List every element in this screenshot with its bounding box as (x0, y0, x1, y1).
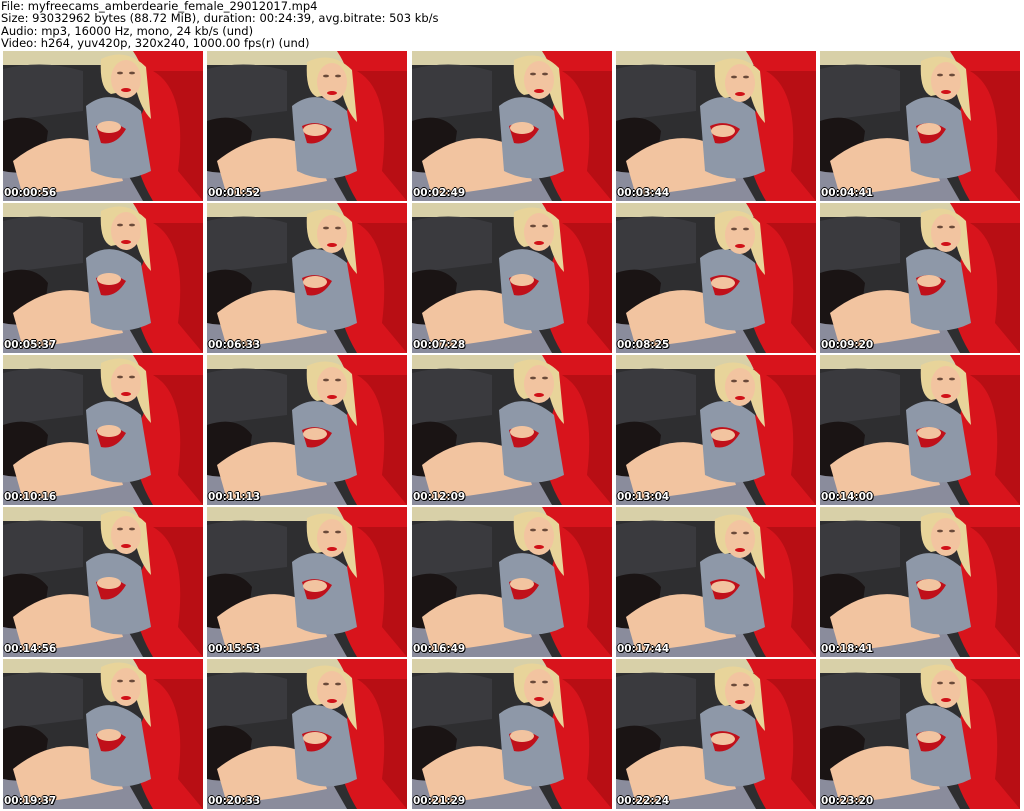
video-thumbnail: 00:02:49 (412, 51, 612, 201)
thumbnail-timestamp: 00:08:25 (617, 339, 670, 351)
video-info-line: Video: h264, yuv420p, 320x240, 1000.00 f… (1, 36, 310, 51)
video-thumbnail: 00:10:16 (3, 355, 203, 505)
frame-image (820, 507, 1020, 657)
frame-image (820, 659, 1020, 809)
video-thumbnail: 00:23:20 (820, 659, 1020, 809)
frame-image (820, 203, 1020, 353)
video-thumbnail: 00:04:41 (820, 51, 1020, 201)
video-thumbnail: 00:03:44 (616, 51, 816, 201)
thumbnail-timestamp: 00:16:49 (413, 643, 466, 655)
video-thumbnail: 00:20:33 (207, 659, 407, 809)
video-thumbnail: 00:08:25 (616, 203, 816, 353)
video-thumbnail: 00:11:13 (207, 355, 407, 505)
thumbnail-timestamp: 00:22:24 (617, 795, 670, 807)
thumbnail-timestamp: 00:13:04 (617, 491, 670, 503)
video-thumbnail: 00:06:33 (207, 203, 407, 353)
video-thumbnail: 00:13:04 (616, 355, 816, 505)
frame-image (820, 355, 1020, 505)
frame-image (616, 507, 816, 657)
frame-image (412, 51, 612, 201)
frame-image (3, 355, 203, 505)
video-thumbnail: 00:16:49 (412, 507, 612, 657)
frame-image (3, 507, 203, 657)
video-thumbnail: 00:07:28 (412, 203, 612, 353)
frame-image (207, 659, 407, 809)
thumbnail-timestamp: 00:20:33 (208, 795, 261, 807)
video-thumbnail: 00:09:20 (820, 203, 1020, 353)
video-thumbnail: 00:22:24 (616, 659, 816, 809)
thumbnail-timestamp: 00:23:20 (821, 795, 874, 807)
video-thumbnail: 00:18:41 (820, 507, 1020, 657)
video-thumbnail: 00:21:29 (412, 659, 612, 809)
video-thumbnail: 00:17:44 (616, 507, 816, 657)
thumbnail-timestamp: 00:09:20 (821, 339, 874, 351)
frame-image (3, 51, 203, 201)
thumbnail-timestamp: 00:03:44 (617, 187, 670, 199)
frame-image (412, 659, 612, 809)
thumbnail-timestamp: 00:15:53 (208, 643, 261, 655)
video-thumbnail: 00:14:56 (3, 507, 203, 657)
thumbnail-timestamp: 00:02:49 (413, 187, 466, 199)
thumbnail-timestamp: 00:17:44 (617, 643, 670, 655)
thumbnail-grid: 00:00:56 00:01:52 00:02:49 00:03:44 00:04:41… (3, 51, 1023, 810)
frame-image (616, 659, 816, 809)
thumbnail-timestamp: 00:11:13 (208, 491, 261, 503)
thumbnail-timestamp: 00:19:37 (4, 795, 57, 807)
frame-image (412, 203, 612, 353)
frame-image (616, 51, 816, 201)
file-size-line: Size: 93032962 bytes (88.72 MiB), durati… (1, 11, 439, 26)
thumbnail-timestamp: 00:06:33 (208, 339, 261, 351)
frame-image (616, 355, 816, 505)
frame-image (3, 659, 203, 809)
thumbnail-timestamp: 00:21:29 (413, 795, 466, 807)
frame-image (616, 203, 816, 353)
video-thumbnail: 00:01:52 (207, 51, 407, 201)
frame-image (207, 355, 407, 505)
frame-image (207, 203, 407, 353)
video-thumbnail: 00:14:00 (820, 355, 1020, 505)
video-thumbnail: 00:00:56 (3, 51, 203, 201)
thumbnail-timestamp: 00:14:56 (4, 643, 57, 655)
frame-image (412, 355, 612, 505)
frame-image (412, 507, 612, 657)
video-thumbnail: 00:15:53 (207, 507, 407, 657)
file-info-header: File: myfreecams_amberdearie_female_2901… (0, 0, 1024, 50)
thumbnail-timestamp: 00:07:28 (413, 339, 466, 351)
thumbnail-timestamp: 00:10:16 (4, 491, 57, 503)
frame-image (820, 51, 1020, 201)
thumbnail-timestamp: 00:12:09 (413, 491, 466, 503)
video-thumbnail: 00:12:09 (412, 355, 612, 505)
thumbnail-timestamp: 00:00:56 (4, 187, 57, 199)
frame-image (3, 203, 203, 353)
thumbnail-timestamp: 00:14:00 (821, 491, 874, 503)
frame-image (207, 51, 407, 201)
thumbnail-timestamp: 00:04:41 (821, 187, 874, 199)
thumbnail-timestamp: 00:05:37 (4, 339, 57, 351)
thumbnail-timestamp: 00:01:52 (208, 187, 261, 199)
thumbnail-timestamp: 00:18:41 (821, 643, 874, 655)
video-thumbnail: 00:19:37 (3, 659, 203, 809)
video-thumbnail: 00:05:37 (3, 203, 203, 353)
frame-image (207, 507, 407, 657)
